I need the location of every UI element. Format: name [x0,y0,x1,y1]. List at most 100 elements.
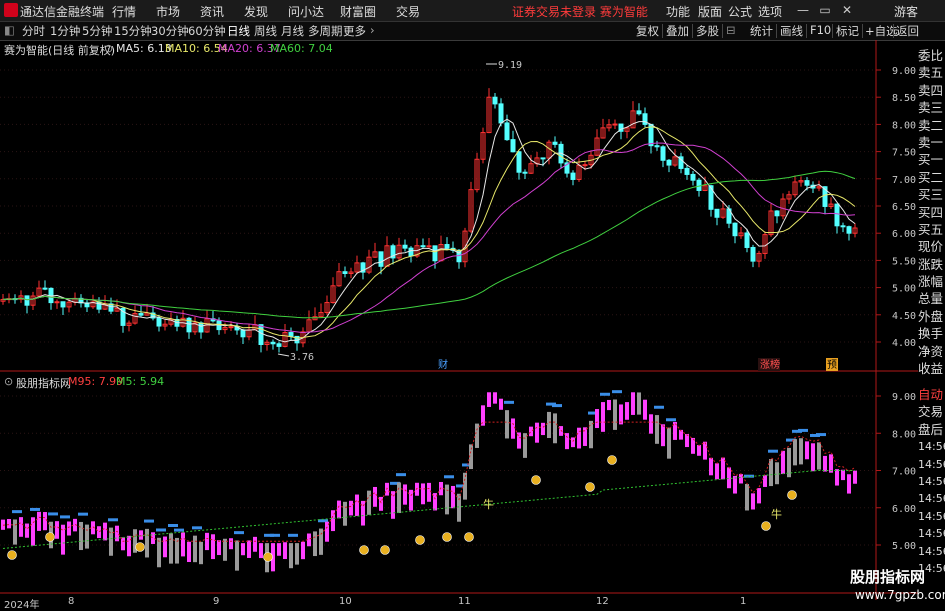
period-30min[interactable]: 30分钟 [151,23,189,39]
side-sell1[interactable]: 卖一 [918,134,945,151]
indicator-bar [697,444,701,456]
settings-icon[interactable]: ⊟ [726,23,736,37]
indicator-bar [817,442,821,470]
minimize-icon[interactable]: — [796,3,810,17]
period-multi[interactable]: 多周期 [308,23,343,39]
side-afterhours[interactable]: 盘后 [918,421,945,438]
candle-body [732,222,738,237]
toolbar-divider [692,24,693,38]
period-1min[interactable]: 1分钟 [50,23,80,39]
candle-body [432,245,438,262]
menu-jiaoyi[interactable]: 交易 [396,3,420,20]
menu-shichang[interactable]: 市场 [156,3,180,20]
candle-body [42,287,48,290]
close-icon[interactable]: ✕ [840,3,854,17]
side-sell4[interactable]: 卖四 [918,82,945,99]
side-netasset[interactable]: 净资 [918,343,945,360]
side-sell3[interactable]: 卖三 [918,99,945,116]
side-sell2[interactable]: 卖二 [918,117,945,134]
btn-huaxian[interactable]: 画线 [780,23,803,39]
indicator-bar [775,462,779,485]
indicator-bar [799,438,803,465]
menu-hangqing[interactable]: 行情 [112,3,136,20]
candle-body [54,301,60,304]
side-buy2[interactable]: 买二 [918,169,945,186]
side-buy1[interactable]: 买一 [918,151,945,168]
side-change-pct[interactable]: 涨幅 [918,273,945,290]
indicator-blue-band [744,474,754,478]
side-buy4[interactable]: 买四 [918,204,945,221]
period-5min[interactable]: 5分钟 [82,23,112,39]
side-turnover[interactable]: 换手 [918,325,945,342]
indicator-bar [397,482,401,514]
indicator-bar [715,463,719,480]
event-tag-yu[interactable]: 预 [827,359,837,371]
period-weekly[interactable]: 周线 [254,23,277,39]
candle-body [270,341,276,345]
period-more[interactable]: 更多 [343,23,366,39]
menu-faxian[interactable]: 发现 [244,3,268,20]
period-60min[interactable]: 60分钟 [188,23,226,39]
side-weibi[interactable]: 委比 [918,47,945,64]
side-buy3[interactable]: 买三 [918,186,945,203]
btn-back[interactable]: 返回 [896,23,919,39]
indicator-bar [607,399,611,411]
kline-chart[interactable]: 9.00 8.50 8.00 7.50 7.00 6.50 6.00 5.50 5.00 4.50… [0,40,918,609]
menu-caifuquan[interactable]: 财富圈 [340,3,376,20]
btn-tongji[interactable]: 统计 [750,23,773,39]
login-notice[interactable]: 证券交易未登录 赛为智能 [512,3,648,20]
money-bag-icons [7,455,797,562]
menu-xuanxiang[interactable]: 选项 [758,3,782,20]
toolbar-divider [722,24,723,38]
indicator-bar [475,423,479,448]
menu-gongshi[interactable]: 公式 [728,3,752,20]
candle-body [198,322,204,333]
user-guest[interactable]: 游客 [894,3,918,20]
period-daily[interactable]: 日线 [227,23,250,39]
menu-wenxiaoda[interactable]: 问小达 [288,3,324,20]
side-price[interactable]: 现价 [918,238,945,255]
btn-fuquan[interactable]: 复权 [636,23,659,39]
side-auto[interactable]: 自动 [918,386,945,403]
side-change[interactable]: 涨跌 [918,256,945,273]
indicator-blue-band [60,515,70,519]
indicator-bar [211,534,215,560]
side-outer[interactable]: 外盘 [918,308,945,325]
period-15min[interactable]: 15分钟 [114,23,152,39]
candle-body [774,210,780,217]
period-fenshi[interactable]: 分时 [22,23,45,39]
side-volume[interactable]: 总量 [918,290,945,307]
btn-diejia[interactable]: 叠加 [666,23,689,39]
event-tag-zhangbang[interactable]: 涨榜 [760,358,780,371]
indicator-bar [547,411,551,439]
candle-body [156,317,162,327]
btn-f10[interactable]: F10 [810,23,831,37]
btn-duogu[interactable]: 多股 [696,23,719,39]
money-bag-icon [7,550,17,560]
indicator-bar [619,404,623,425]
side-time: 14:56 [918,544,945,558]
side-time: 14:56 [918,492,945,506]
menu-zixun[interactable]: 资讯 [200,3,224,20]
x-label-sep: 9 [213,596,220,607]
menu-gongneng[interactable]: 功能 [666,3,690,20]
side-earnings[interactable]: 收益 [918,360,945,377]
high-price-label: 9.19 [498,60,522,71]
maximize-icon[interactable]: ▭ [818,3,832,17]
indicator-bar [793,439,797,466]
candle-body [498,103,504,124]
side-buy5[interactable]: 买五 [918,221,945,238]
indicator-bar [217,540,221,556]
chevron-right-icon[interactable]: › [370,23,375,37]
indicator-bar [829,454,833,473]
side-sell5[interactable]: 卖五 [918,64,945,81]
period-monthly[interactable]: 月线 [281,23,304,39]
indicator-bar [13,519,17,545]
sidebar-toggle-icon[interactable]: ◧ [4,23,15,37]
event-tag-cai[interactable]: 财 [438,358,448,371]
btn-biaoji[interactable]: 标记 [836,23,859,39]
candle-body [258,324,264,345]
indicator-bar [235,540,239,571]
menu-banmian[interactable]: 版面 [698,3,722,20]
side-trade[interactable]: 交易 [918,403,945,420]
